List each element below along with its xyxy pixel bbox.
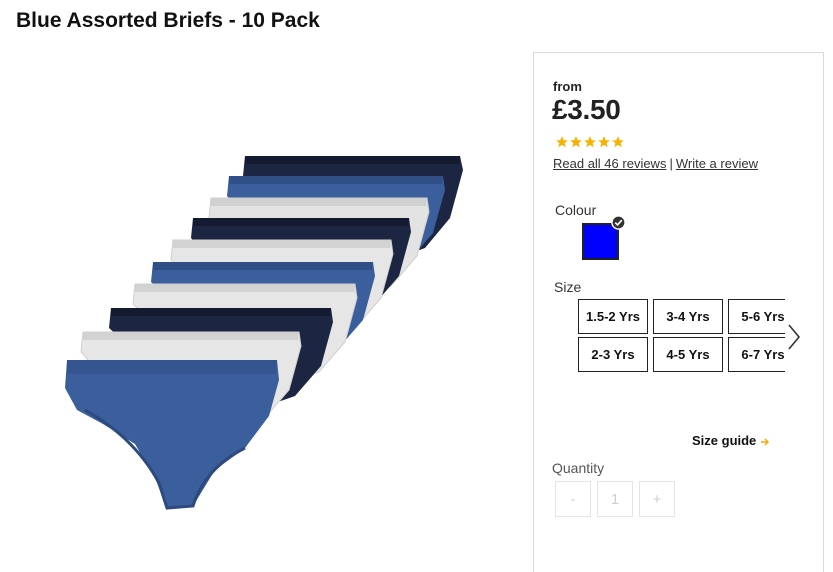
rating-stars (555, 135, 625, 149)
colour-label: Colour (555, 202, 597, 218)
quantity-stepper: - 1 + (555, 481, 675, 517)
price: £3.50 (552, 94, 621, 125)
size-options: 1.5-2 Yrs 3-4 Yrs 5-6 Yrs 2-3 Yrs 4-5 Yr… (578, 299, 785, 375)
check-icon (611, 215, 626, 230)
size-label: Size (554, 279, 582, 295)
quantity-decrease-button[interactable]: - (555, 481, 591, 517)
quantity-increase-button[interactable]: + (639, 481, 675, 517)
reviews-separator: | (669, 156, 673, 171)
purchase-panel: from £3.50 Read all 46 reviews | Write a r… (533, 52, 824, 572)
size-option[interactable]: 3-4 Yrs (653, 299, 723, 334)
size-option[interactable]: 1.5-2 Yrs (578, 299, 648, 334)
star-icon (612, 136, 624, 148)
chevron-right-icon[interactable] (786, 323, 802, 351)
read-reviews-link[interactable]: Read all 46 reviews (553, 156, 666, 171)
reviews-links: Read all 46 reviews | Write a review (553, 156, 758, 171)
quantity-value[interactable]: 1 (597, 481, 633, 517)
size-guide-label: Size guide (692, 433, 757, 448)
price-from-label: from (553, 79, 582, 94)
size-option[interactable]: 4-5 Yrs (653, 337, 723, 372)
page-title: Blue Assorted Briefs - 10 Pack (16, 9, 320, 32)
star-icon (556, 136, 568, 148)
quantity-label: Quantity (552, 460, 605, 476)
star-icon (570, 136, 582, 148)
write-review-link[interactable]: Write a review (676, 156, 758, 171)
brief-blue-front (65, 360, 279, 510)
star-icon (584, 136, 596, 148)
size-guide-link[interactable]: Size guide (692, 433, 770, 448)
star-icon (598, 136, 610, 148)
product-image (65, 156, 463, 510)
size-option[interactable]: 5-6 Yrs (728, 299, 785, 334)
size-option[interactable]: 2-3 Yrs (578, 337, 648, 372)
arrow-right-icon (761, 438, 770, 446)
size-option[interactable]: 6-7 Yrs (728, 337, 785, 372)
